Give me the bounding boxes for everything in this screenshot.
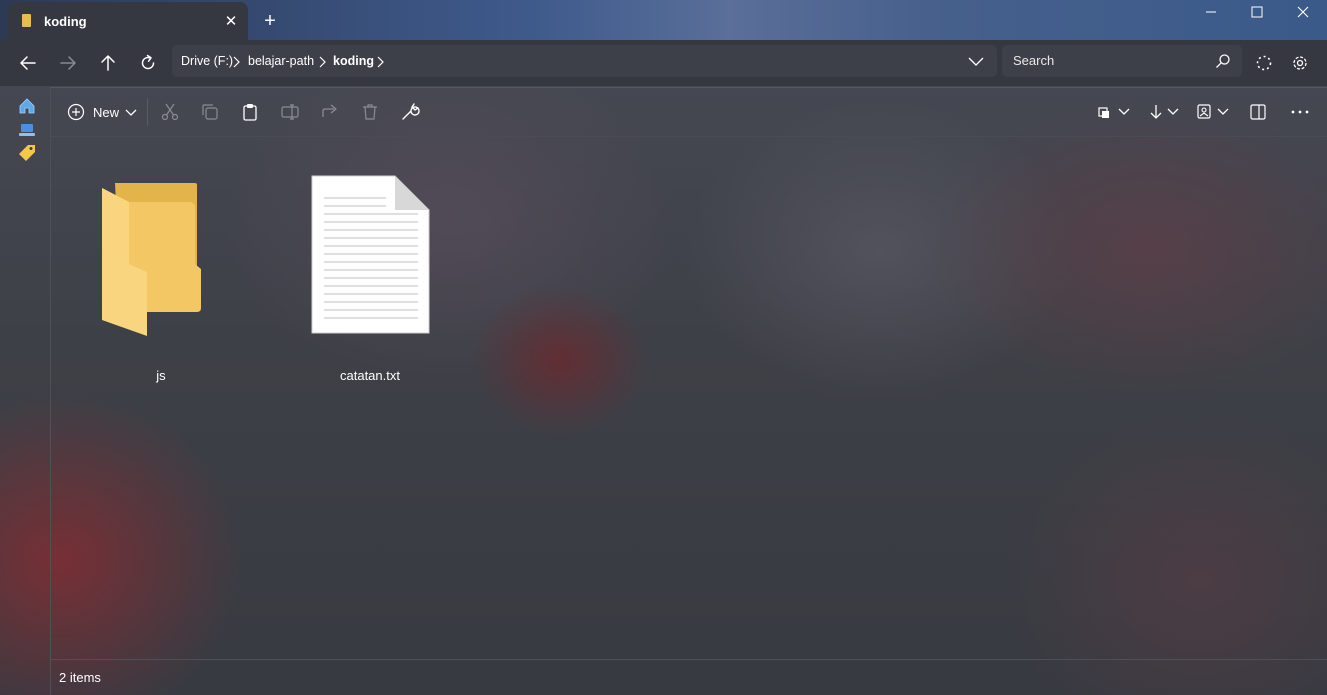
share-button[interactable]	[318, 100, 342, 124]
pane-icon	[1250, 104, 1266, 120]
more-options-button[interactable]	[1288, 100, 1312, 124]
arrow-up-icon	[101, 55, 115, 71]
copy-icon	[202, 104, 218, 120]
search-placeholder: Search	[1013, 53, 1055, 68]
close-window-button[interactable]	[1280, 0, 1326, 26]
address-bar: Drive (F:) belajar-path koding Search	[0, 40, 1327, 86]
new-button-label: New	[93, 105, 120, 120]
arrow-down-icon	[1150, 105, 1162, 119]
breadcrumb-drive[interactable]: Drive (F:)	[181, 54, 233, 68]
sort-layout-button[interactable]	[1093, 100, 1117, 124]
clipboard-icon	[243, 104, 257, 121]
image-icon	[1197, 104, 1211, 119]
new-button[interactable]: New	[65, 101, 140, 125]
trash-icon	[363, 104, 377, 120]
toolbar-divider	[51, 136, 1327, 137]
minimize-icon	[1206, 11, 1216, 13]
settings-button[interactable]	[1289, 52, 1311, 74]
more-icon	[1291, 110, 1309, 114]
rename-button[interactable]	[278, 100, 302, 124]
arrow-right-icon	[60, 56, 76, 70]
copy-button[interactable]	[198, 100, 222, 124]
drive-icon	[19, 124, 35, 136]
status-divider	[51, 659, 1327, 660]
search-icon[interactable]	[1215, 53, 1231, 69]
sidebar-item-drives[interactable]	[18, 121, 36, 139]
gear-icon	[1293, 56, 1307, 70]
maximize-icon	[1251, 6, 1263, 18]
breadcrumb-belajar-path[interactable]: belajar-path	[248, 54, 314, 68]
spinner-icon	[1256, 55, 1272, 71]
rename-icon	[281, 104, 299, 120]
title-bar: koding ✕ +	[0, 0, 1327, 40]
refresh-button[interactable]	[137, 52, 159, 74]
item-name: js	[156, 368, 166, 383]
back-button[interactable]	[17, 52, 39, 74]
status-item-count: 2 items	[59, 670, 101, 685]
sidebar-divider	[50, 88, 51, 695]
tab-title: koding	[44, 14, 87, 29]
sort-button[interactable]	[1144, 100, 1168, 124]
share-icon	[322, 104, 337, 117]
sidebar	[0, 88, 50, 695]
chevron-right-icon	[377, 56, 384, 68]
item-name: catatan.txt	[340, 368, 400, 383]
sidebar-item-tags[interactable]	[18, 144, 36, 162]
chevron-right-icon	[319, 56, 326, 68]
toolbar-separator	[147, 98, 148, 126]
folder-icon	[22, 14, 31, 27]
layout-icon	[1098, 107, 1109, 118]
list-item-file[interactable]: catatan.txt	[300, 168, 440, 393]
minimize-button[interactable]	[1188, 0, 1234, 26]
add-circle-icon	[67, 103, 85, 121]
breadcrumb[interactable]: Drive (F:) belajar-path koding	[172, 45, 997, 77]
tab-koding[interactable]: koding ✕	[8, 2, 248, 40]
properties-button[interactable]	[398, 100, 422, 124]
paste-button[interactable]	[238, 100, 262, 124]
scissors-icon	[161, 103, 179, 121]
breadcrumb-koding[interactable]: koding	[333, 54, 374, 68]
home-icon	[19, 98, 35, 114]
new-tab-button[interactable]: +	[258, 9, 282, 33]
tag-icon	[19, 145, 35, 161]
chevron-down-icon[interactable]	[968, 53, 984, 69]
list-item-folder[interactable]: js	[91, 168, 231, 393]
up-button[interactable]	[97, 52, 119, 74]
command-bar: New	[51, 88, 1327, 136]
refresh-icon	[141, 54, 155, 70]
chevron-down-icon	[125, 109, 137, 116]
chevron-down-icon[interactable]	[1118, 106, 1130, 118]
cut-button[interactable]	[158, 100, 182, 124]
chevron-down-icon[interactable]	[1217, 106, 1229, 118]
close-icon	[1297, 6, 1309, 18]
delete-button[interactable]	[358, 100, 382, 124]
folder-icon	[102, 183, 201, 336]
search-input[interactable]: Search	[1002, 45, 1242, 77]
wrench-icon	[402, 103, 420, 120]
arrow-left-icon	[20, 56, 36, 70]
view-button[interactable]	[1192, 100, 1216, 124]
chevron-down-icon[interactable]	[1167, 106, 1179, 118]
forward-button[interactable]	[57, 52, 79, 74]
loading-indicator	[1253, 52, 1275, 74]
preview-pane-button[interactable]	[1246, 100, 1270, 124]
maximize-button[interactable]	[1234, 0, 1280, 26]
close-tab-button[interactable]: ✕	[220, 11, 242, 33]
text-file-icon	[311, 175, 430, 334]
chevron-right-icon	[233, 56, 240, 68]
sidebar-item-home[interactable]	[18, 97, 36, 115]
